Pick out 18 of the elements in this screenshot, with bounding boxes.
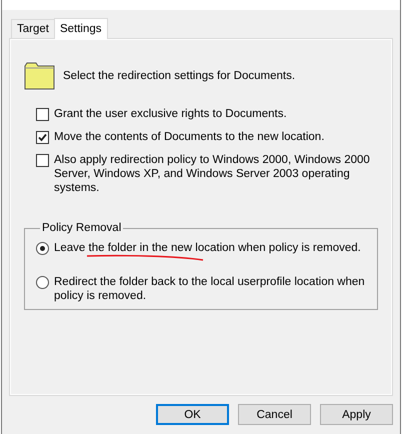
checkbox[interactable] bbox=[36, 108, 49, 121]
tab[interactable]: Target bbox=[11, 19, 55, 38]
dialog-button[interactable]: Apply bbox=[320, 404, 393, 425]
checkbox-label[interactable]: Grant the user exclusive rights to Documents. bbox=[54, 107, 287, 121]
radio-button[interactable] bbox=[36, 276, 49, 289]
checkbox[interactable] bbox=[36, 154, 49, 167]
dialog-button[interactable]: OK bbox=[156, 404, 229, 425]
tab[interactable]: Settings bbox=[54, 18, 108, 39]
radio-button[interactable] bbox=[36, 242, 49, 255]
checkbox-label[interactable]: Move the contents of Documents to the new location. bbox=[54, 130, 324, 144]
group-title: Policy Removal bbox=[41, 221, 122, 235]
radio-label[interactable]: Redirect the folder back to the local userprofile location when policy is removed. bbox=[54, 275, 377, 303]
radio-label[interactable]: Leave the folder in the new location when policy is removed. bbox=[54, 241, 361, 255]
instruction-text: Select the redirection settings for Documents. bbox=[63, 70, 296, 82]
dialog-button[interactable]: Cancel bbox=[238, 404, 311, 425]
folder-icon bbox=[24, 62, 56, 90]
checkbox[interactable] bbox=[36, 131, 49, 144]
checkbox-label[interactable]: Also apply redirection policy to Windows 2000, Windows 2000 Server, Windows XP, and Windows Server 2003 operating systems. bbox=[54, 153, 378, 195]
